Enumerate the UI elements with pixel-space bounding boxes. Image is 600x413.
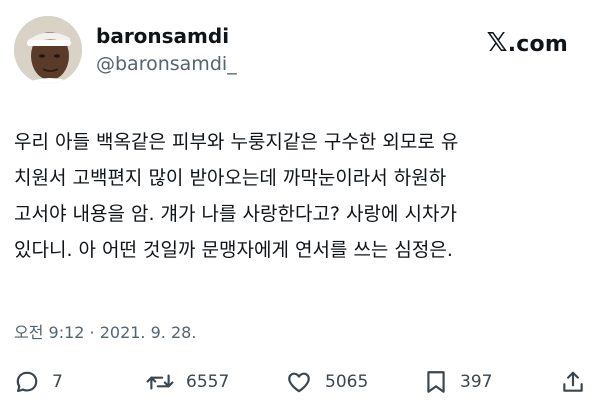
retweet-count: 6557 <box>186 372 230 392</box>
bookmark-count: 397 <box>460 372 493 392</box>
tweet-text: 우리 아들 백옥같은 피부와 누룽지같은 구수한 외모로 유 치원서 고백편지 … <box>14 124 586 268</box>
bookmark-icon <box>427 371 445 393</box>
heart-icon <box>288 372 310 393</box>
reply-icon <box>16 371 38 393</box>
like-count: 5065 <box>325 372 369 392</box>
avatar-image <box>14 16 82 84</box>
reply-count: 7 <box>52 372 63 392</box>
engagement-bar: 7 6557 5065 397 <box>0 362 600 402</box>
user-handle[interactable]: @baronsamdi_ <box>96 52 237 76</box>
tweet-text-line: 치원서 고백편지 많이 받아오는데 까막눈이라서 하원하 <box>14 167 447 189</box>
tweet-text-line: 고서야 내용을 암. 걔가 나를 사랑한다고? 사랑에 시차가 <box>14 203 457 225</box>
share-button[interactable] <box>560 362 586 402</box>
x-logo: 𝕏.com <box>487 28 568 58</box>
author-names: baronsamdi @baronsamdi_ <box>96 24 237 76</box>
tweet-timestamp[interactable]: 오전 9:12 · 2021. 9. 28. <box>14 319 196 343</box>
display-name[interactable]: baronsamdi <box>96 24 237 48</box>
x-icon: 𝕏 <box>486 28 508 58</box>
retweet-icon <box>146 374 174 390</box>
tweet-card: baronsamdi @baronsamdi_ 𝕏.com 우리 아들 백옥같은… <box>0 0 600 413</box>
reply-button[interactable]: 7 <box>14 362 63 402</box>
brand-suffix: .com <box>507 32 568 57</box>
retweet-button[interactable]: 6557 <box>146 362 229 402</box>
share-icon <box>563 371 583 392</box>
bookmark-button[interactable]: 397 <box>424 362 492 402</box>
like-button[interactable]: 5065 <box>285 362 368 402</box>
tweet-text-line: 있다니. 아 어떤 것일까 문맹자에게 연서를 쓰는 심정은. <box>14 239 453 261</box>
tweet-header: baronsamdi @baronsamdi_ 𝕏.com <box>14 16 586 86</box>
avatar[interactable] <box>14 16 82 84</box>
tweet-text-line: 우리 아들 백옥같은 피부와 누룽지같은 구수한 외모로 유 <box>14 131 459 153</box>
